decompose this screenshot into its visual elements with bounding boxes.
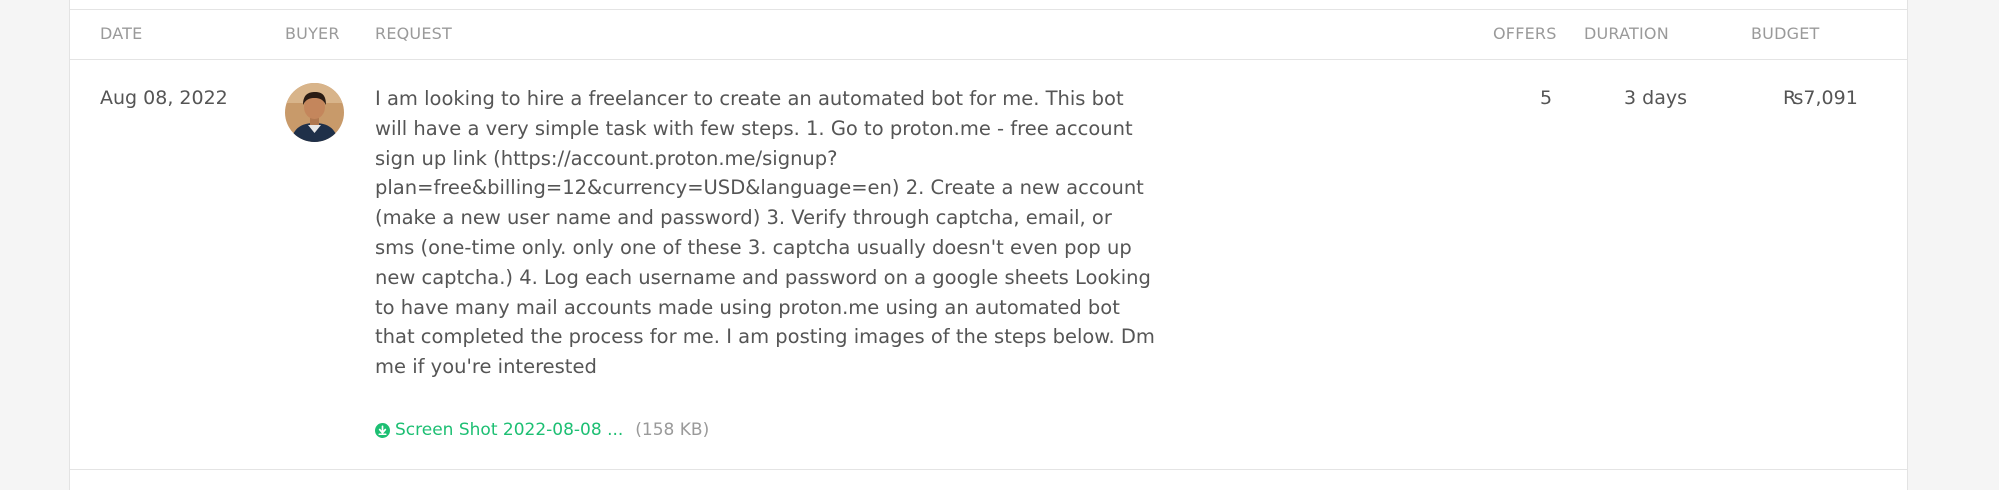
row-offers: 5 (1539, 87, 1553, 109)
row-date: Aug 08, 2022 (100, 87, 228, 109)
buyer-avatar[interactable] (285, 83, 344, 142)
header-offers: OFFERS (1493, 24, 1557, 43)
attachment-size: (158 KB) (635, 420, 710, 440)
header-date: DATE (100, 24, 143, 43)
attachment: Screen Shot 2022-08-08 ... (158 KB) (375, 420, 709, 440)
header-request: REQUEST (375, 24, 452, 43)
attachment-link[interactable]: Screen Shot 2022-08-08 ... (395, 420, 623, 440)
header-budget: BUDGET (1751, 24, 1820, 43)
avatar-icon (285, 83, 344, 142)
requests-table: DATE BUYER REQUEST OFFERS DURATION BUDGE… (69, 0, 1908, 490)
row-divider (70, 469, 1907, 470)
table-top-divider (70, 9, 1907, 10)
row-budget: ₨7,091 (1783, 87, 1858, 109)
row-duration: 3 days (1624, 87, 1687, 109)
header-buyer: BUYER (285, 24, 340, 43)
header-duration: DURATION (1584, 24, 1669, 43)
header-divider (70, 59, 1907, 60)
request-description: I am looking to hire a freelancer to cre… (375, 87, 1155, 379)
download-circle-icon[interactable] (375, 422, 390, 438)
